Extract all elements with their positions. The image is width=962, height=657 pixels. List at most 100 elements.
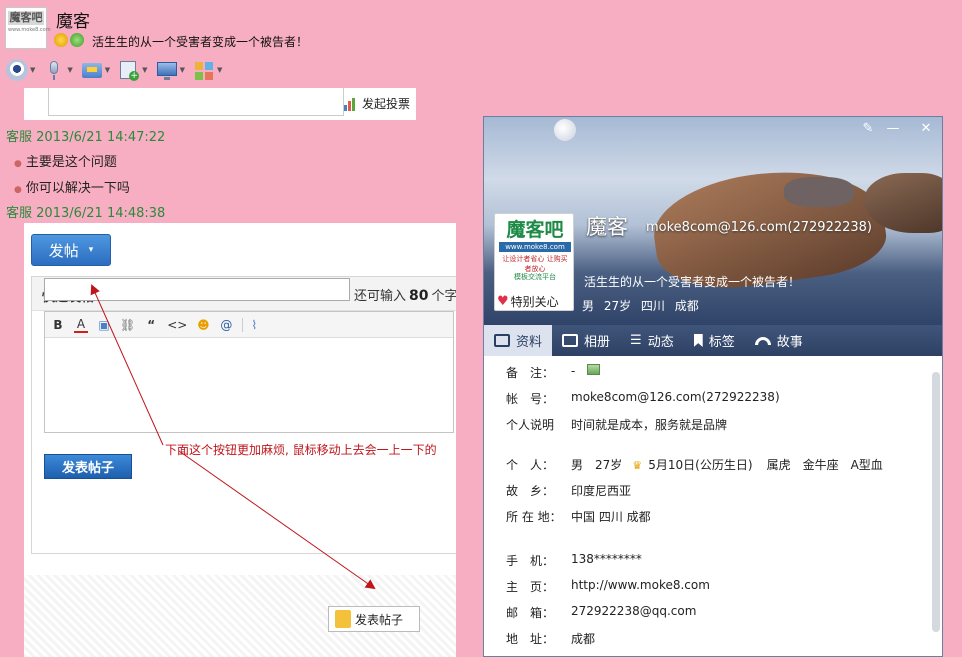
homepage-link[interactable]: http://www.moke8.com (571, 578, 710, 595)
message-text: 你可以解决一下吗 (25, 181, 130, 196)
special-care-label: 特别关心 (510, 294, 559, 309)
status-message: 活生生的从一个受害者变成一个被告者！ (92, 35, 309, 49)
field-personal: 个 人： 男 27岁 ♛ 5月10日(公历生日) 属虎 金牛座 A型血 (506, 456, 883, 473)
photo-icon (562, 334, 579, 347)
tab-feed[interactable]: ☰ 动态 (620, 325, 684, 356)
remote-desktop-icon (156, 59, 178, 81)
field-value: 时间就是成本，服务就是品牌 (571, 418, 728, 432)
birthday-value: ♛ 5月10日(公历生日) (632, 456, 752, 473)
shared-forum-screenshot[interactable]: 发帖 ▾ 快速发帖 还可输入80个字 B A ▣ ⛓ “ <> ☻ @ ⌇ 发表… (24, 223, 456, 657)
field-label: 邮 箱： (506, 606, 555, 620)
message-time: 2013/6/21 14:47:22 (36, 130, 166, 145)
field-location: 所 在 地： 中国 四川 成都 (506, 508, 651, 525)
profile-banner: ✎ — ✕ 魔客吧 www.moke8.com 让设计者省心 让购买者放心 模板… (484, 117, 942, 325)
tab-label: 标签 (708, 335, 735, 350)
tab-album[interactable]: 相册 (552, 325, 620, 356)
message-line: ● 你可以解决一下吗 (14, 177, 130, 196)
profile-email: moke8com@126.com(272922238) (646, 220, 873, 235)
field-note: 备 注： - (506, 364, 601, 381)
field-email: 邮 箱： 272922238@qq.com (506, 604, 696, 621)
bookmark-icon (693, 334, 703, 347)
profile-card: ✎ — ✕ 魔客吧 www.moke8.com 让设计者省心 让购买者放心 模板… (483, 116, 943, 657)
message-time: 2013/6/21 14:48:38 (36, 206, 166, 221)
field-value: 成都 (571, 632, 596, 646)
chevron-down-icon: ▼ (142, 66, 148, 74)
field-homepage: 主 页： http://www.moke8.com (506, 578, 710, 595)
field-label: 所 在 地： (506, 510, 562, 524)
tab-label: 动态 (647, 335, 674, 350)
minimize-icon[interactable]: — (881, 121, 905, 137)
tab-story[interactable]: 故事 (745, 325, 813, 356)
field-value: 属虎 金牛座 A型血 (766, 458, 883, 472)
special-care-button[interactable]: ♥ 特别关心 (494, 291, 574, 311)
skin-brush-icon[interactable]: ✎ (856, 121, 880, 137)
message-line: ● 主要是这个问题 (14, 151, 117, 170)
field-hometown: 故 乡： 印度尼西亚 (506, 482, 631, 499)
field-value: 5月10日(公历生日) (648, 458, 753, 472)
message-sender: 客服 (6, 130, 33, 145)
apps-button[interactable]: ▼ (193, 58, 222, 82)
field-label: 主 页： (506, 580, 555, 594)
chevron-down-icon: ▼ (104, 66, 111, 74)
voice-call-button[interactable]: ▼ (43, 58, 73, 82)
start-vote-label: 发起投票 (362, 97, 411, 111)
close-icon[interactable]: ✕ (914, 121, 938, 137)
message-header: 客服 2013/6/21 14:48:38 (6, 202, 165, 221)
contact-name[interactable]: 魔客 (56, 7, 90, 32)
field-value: 男 27岁 (571, 458, 623, 472)
field-value: moke8com@126.com(272922238) (571, 390, 780, 404)
tab-label: 相册 (584, 335, 611, 350)
list-icon: ☰ (630, 333, 642, 348)
tab-tags[interactable]: 标签 (684, 325, 745, 356)
avatar-url: www.moke8.com (8, 27, 51, 33)
video-call-icon (6, 59, 28, 81)
tab-label: 故事 (776, 335, 803, 350)
apps-icon (193, 59, 215, 81)
profile-basic-info: 男 27岁 四川 成都 (582, 299, 699, 313)
tab-profile[interactable]: 资料 (484, 325, 553, 356)
profile-signature: 活生生的从一个受害者变成一个被告者！ (584, 275, 801, 289)
field-label: 故 乡： (506, 484, 555, 498)
add-note-button[interactable]: + ▼ (118, 58, 148, 82)
field-value: 中国 四川 成都 (571, 510, 651, 524)
bar-chart-icon (344, 97, 358, 111)
chevron-down-icon: ▼ (67, 66, 73, 74)
profile-tabs: 资料 相册 ☰ 动态 标签 故事 (484, 325, 942, 356)
details-scrollbar[interactable] (932, 372, 940, 632)
id-card-icon (494, 334, 510, 347)
rainbow-icon (754, 336, 771, 345)
video-call-button[interactable]: ▼ (6, 58, 35, 82)
send-file-button[interactable]: ▼ (81, 58, 110, 82)
message-sender: 客服 (6, 206, 33, 221)
field-label: 个 人： (506, 458, 555, 472)
email-link[interactable]: 272922238@qq.com (571, 604, 696, 621)
contact-avatar[interactable]: 魔客吧 www.moke8.com (5, 7, 51, 49)
edit-note-icon[interactable] (587, 364, 601, 375)
crown-icon: ♛ (632, 459, 643, 472)
field-description: 个人说明 时间就是成本，服务就是品牌 (506, 416, 727, 433)
avatar-logo: 魔客吧 (506, 219, 564, 241)
moon-image (554, 119, 576, 141)
arrow-to-title (90, 284, 164, 446)
avatar-url: www.moke8.com (499, 242, 571, 252)
remote-desktop-button[interactable]: ▼ (156, 58, 185, 82)
arrow-to-button (178, 450, 376, 590)
heart-icon: ♥ (497, 293, 509, 309)
field-label: 个人说明 (506, 418, 555, 432)
field-value: 138******** (571, 552, 642, 566)
start-vote-button: 发起投票 (344, 95, 410, 112)
add-note-icon: + (118, 59, 140, 81)
status-icons (54, 33, 84, 47)
send-file-icon (81, 59, 103, 81)
avatar-tagline: 模板交流平台 (514, 273, 556, 281)
chevron-down-icon: ▼ (179, 66, 185, 74)
field-value: - (571, 364, 576, 378)
star-icon (54, 33, 68, 47)
avatar-logo: 魔客吧 (8, 11, 44, 25)
avatar-slogan: 让设计者省心 让购买者放心 (502, 255, 568, 273)
chevron-down-icon: ▼ (216, 66, 223, 74)
annotation-arrows (90, 284, 376, 590)
chevron-down-icon: ▼ (30, 66, 36, 74)
field-mobile: 手 机： 138******** (506, 552, 642, 569)
bullet-icon: ● (14, 185, 22, 195)
